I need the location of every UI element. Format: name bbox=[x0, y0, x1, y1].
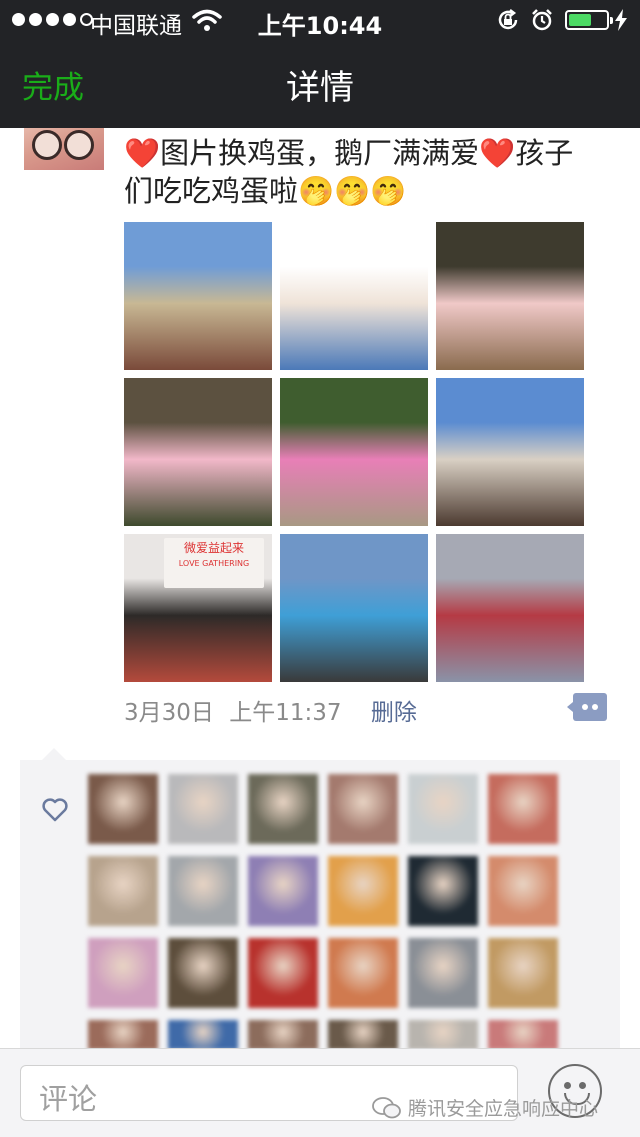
rotation-lock-icon bbox=[498, 9, 518, 30]
wechat-logo-icon bbox=[372, 1096, 401, 1118]
post-text-segment: 孩子 bbox=[515, 136, 574, 170]
like-avatar[interactable] bbox=[408, 1020, 478, 1050]
photo-thumbnail[interactable] bbox=[280, 534, 428, 682]
page-title: 详情 bbox=[286, 68, 354, 108]
post-text-segment: 图片换鸡蛋，鹅厂满满爱 bbox=[160, 136, 480, 170]
comment-placeholder: 评论 bbox=[39, 1082, 98, 1116]
like-avatar[interactable] bbox=[328, 774, 398, 844]
like-avatar[interactable] bbox=[408, 774, 478, 844]
photo-thumbnail[interactable] bbox=[436, 222, 584, 370]
like-heart-icon bbox=[42, 798, 68, 822]
dot-icon bbox=[582, 704, 588, 710]
likes-panel bbox=[20, 748, 620, 1050]
like-avatar[interactable] bbox=[488, 774, 558, 844]
post-text-line-2: 们吃吃鸡蛋啦🤭🤭🤭 bbox=[124, 174, 407, 208]
photo-thumbnail[interactable] bbox=[280, 378, 428, 526]
emoji-eye bbox=[564, 1082, 571, 1089]
avatar-eye bbox=[64, 130, 94, 160]
like-avatar[interactable] bbox=[88, 856, 158, 926]
like-avatar[interactable] bbox=[248, 1020, 318, 1050]
photo-thumbnail[interactable] bbox=[124, 378, 272, 526]
post-time: 上午11:37 bbox=[229, 700, 342, 726]
like-avatar[interactable] bbox=[88, 774, 158, 844]
photo-banner-subtitle: LOVE GATHERING bbox=[178, 559, 250, 568]
like-avatar[interactable] bbox=[488, 938, 558, 1008]
poster-avatar[interactable] bbox=[24, 128, 104, 170]
delete-button[interactable]: 删除 bbox=[371, 700, 417, 726]
watermark-text: 腾讯安全应急响应中心 bbox=[408, 1098, 599, 1120]
status-bar: 中国联通 上午10:44 bbox=[0, 0, 640, 40]
comment-menu-button[interactable] bbox=[567, 693, 607, 721]
photo-thumbnail[interactable] bbox=[436, 534, 584, 682]
photo-thumbnail[interactable] bbox=[280, 222, 428, 370]
like-avatar[interactable] bbox=[328, 856, 398, 926]
post-text: ❤️图片换鸡蛋，鹅厂满满爱❤️孩子 们吃吃鸡蛋啦🤭🤭🤭 bbox=[124, 134, 620, 210]
navigation-bar: 完成 详情 bbox=[0, 40, 640, 128]
like-avatar[interactable] bbox=[328, 1020, 398, 1050]
photo-banner: 微爱益起来 LOVE GATHERING bbox=[164, 538, 264, 588]
like-avatar[interactable] bbox=[488, 1020, 558, 1050]
post-text-line-1: ❤️图片换鸡蛋，鹅厂满满爱❤️孩子 bbox=[124, 134, 620, 172]
photo-grid: 微爱益起来 LOVE GATHERING bbox=[124, 222, 584, 682]
battery-level bbox=[569, 14, 591, 26]
watermark: 腾讯安全应急响应中心 bbox=[372, 1094, 598, 1121]
heart-emoji-icon: ❤️ bbox=[479, 136, 516, 170]
post-date: 3月30日 bbox=[124, 700, 214, 726]
post-meta: 3月30日 上午11:37 删除 bbox=[124, 693, 417, 727]
photo-thumbnail[interactable]: 微爱益起来 LOVE GATHERING bbox=[124, 534, 272, 682]
photo-thumbnail[interactable] bbox=[124, 222, 272, 370]
alarm-icon bbox=[532, 9, 552, 31]
like-avatar[interactable] bbox=[168, 856, 238, 926]
like-avatar[interactable] bbox=[248, 856, 318, 926]
dot-icon bbox=[592, 704, 598, 710]
like-avatar[interactable] bbox=[88, 938, 158, 1008]
heart-emoji-icon: ❤️ bbox=[124, 136, 161, 170]
emoji-eye bbox=[579, 1082, 586, 1089]
photo-thumbnail[interactable] bbox=[436, 378, 584, 526]
like-avatar[interactable] bbox=[488, 856, 558, 926]
charging-bolt-icon bbox=[615, 9, 627, 31]
like-avatar[interactable] bbox=[168, 938, 238, 1008]
like-avatar[interactable] bbox=[328, 938, 398, 1008]
comment-input-bar: 评论 bbox=[0, 1048, 640, 1137]
avatar-eye bbox=[32, 130, 62, 160]
like-avatar[interactable] bbox=[248, 938, 318, 1008]
like-avatar[interactable] bbox=[168, 1020, 238, 1050]
like-avatar[interactable] bbox=[408, 938, 478, 1008]
like-avatar[interactable] bbox=[248, 774, 318, 844]
photo-banner-title: 微爱益起来 bbox=[183, 541, 244, 555]
like-avatar[interactable] bbox=[88, 1020, 158, 1050]
battery-icon bbox=[565, 10, 613, 30]
like-avatar[interactable] bbox=[408, 856, 478, 926]
like-avatar[interactable] bbox=[168, 774, 238, 844]
